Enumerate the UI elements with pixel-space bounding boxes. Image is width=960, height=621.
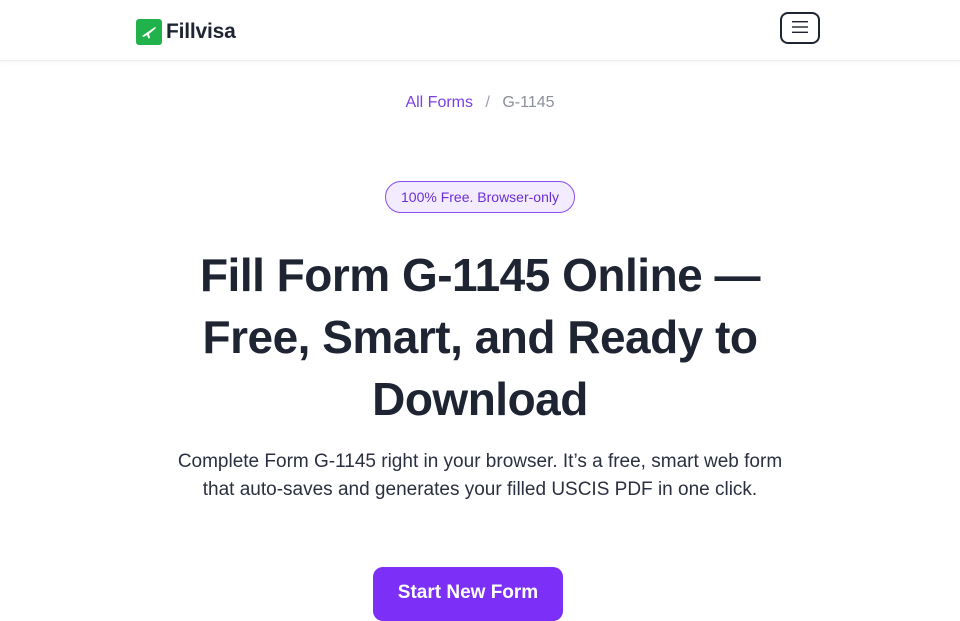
free-badge: 100% Free. Browser-only <box>385 181 575 213</box>
site-header: Fillvisa <box>0 0 960 61</box>
badge-container: 100% Free. Browser-only <box>0 181 960 213</box>
start-new-form-button[interactable]: Start New Form <box>373 567 563 621</box>
logo-text: Fillvisa <box>166 20 236 43</box>
breadcrumb: All Forms / G-1145 <box>0 94 960 112</box>
page-title: Fill Form G-1145 Online — Free, Smart, a… <box>199 249 761 425</box>
breadcrumb-current: G-1145 <box>502 94 555 111</box>
breadcrumb-separator: / <box>485 94 490 111</box>
hero-subtitle: Complete Form G-1145 right in your brows… <box>177 451 783 500</box>
logo[interactable]: Fillvisa <box>136 19 236 45</box>
breadcrumb-link-all-forms[interactable]: All Forms <box>405 94 473 111</box>
hamburger-menu-icon <box>791 20 809 37</box>
menu-button[interactable] <box>780 12 820 44</box>
plane-icon <box>136 19 162 45</box>
